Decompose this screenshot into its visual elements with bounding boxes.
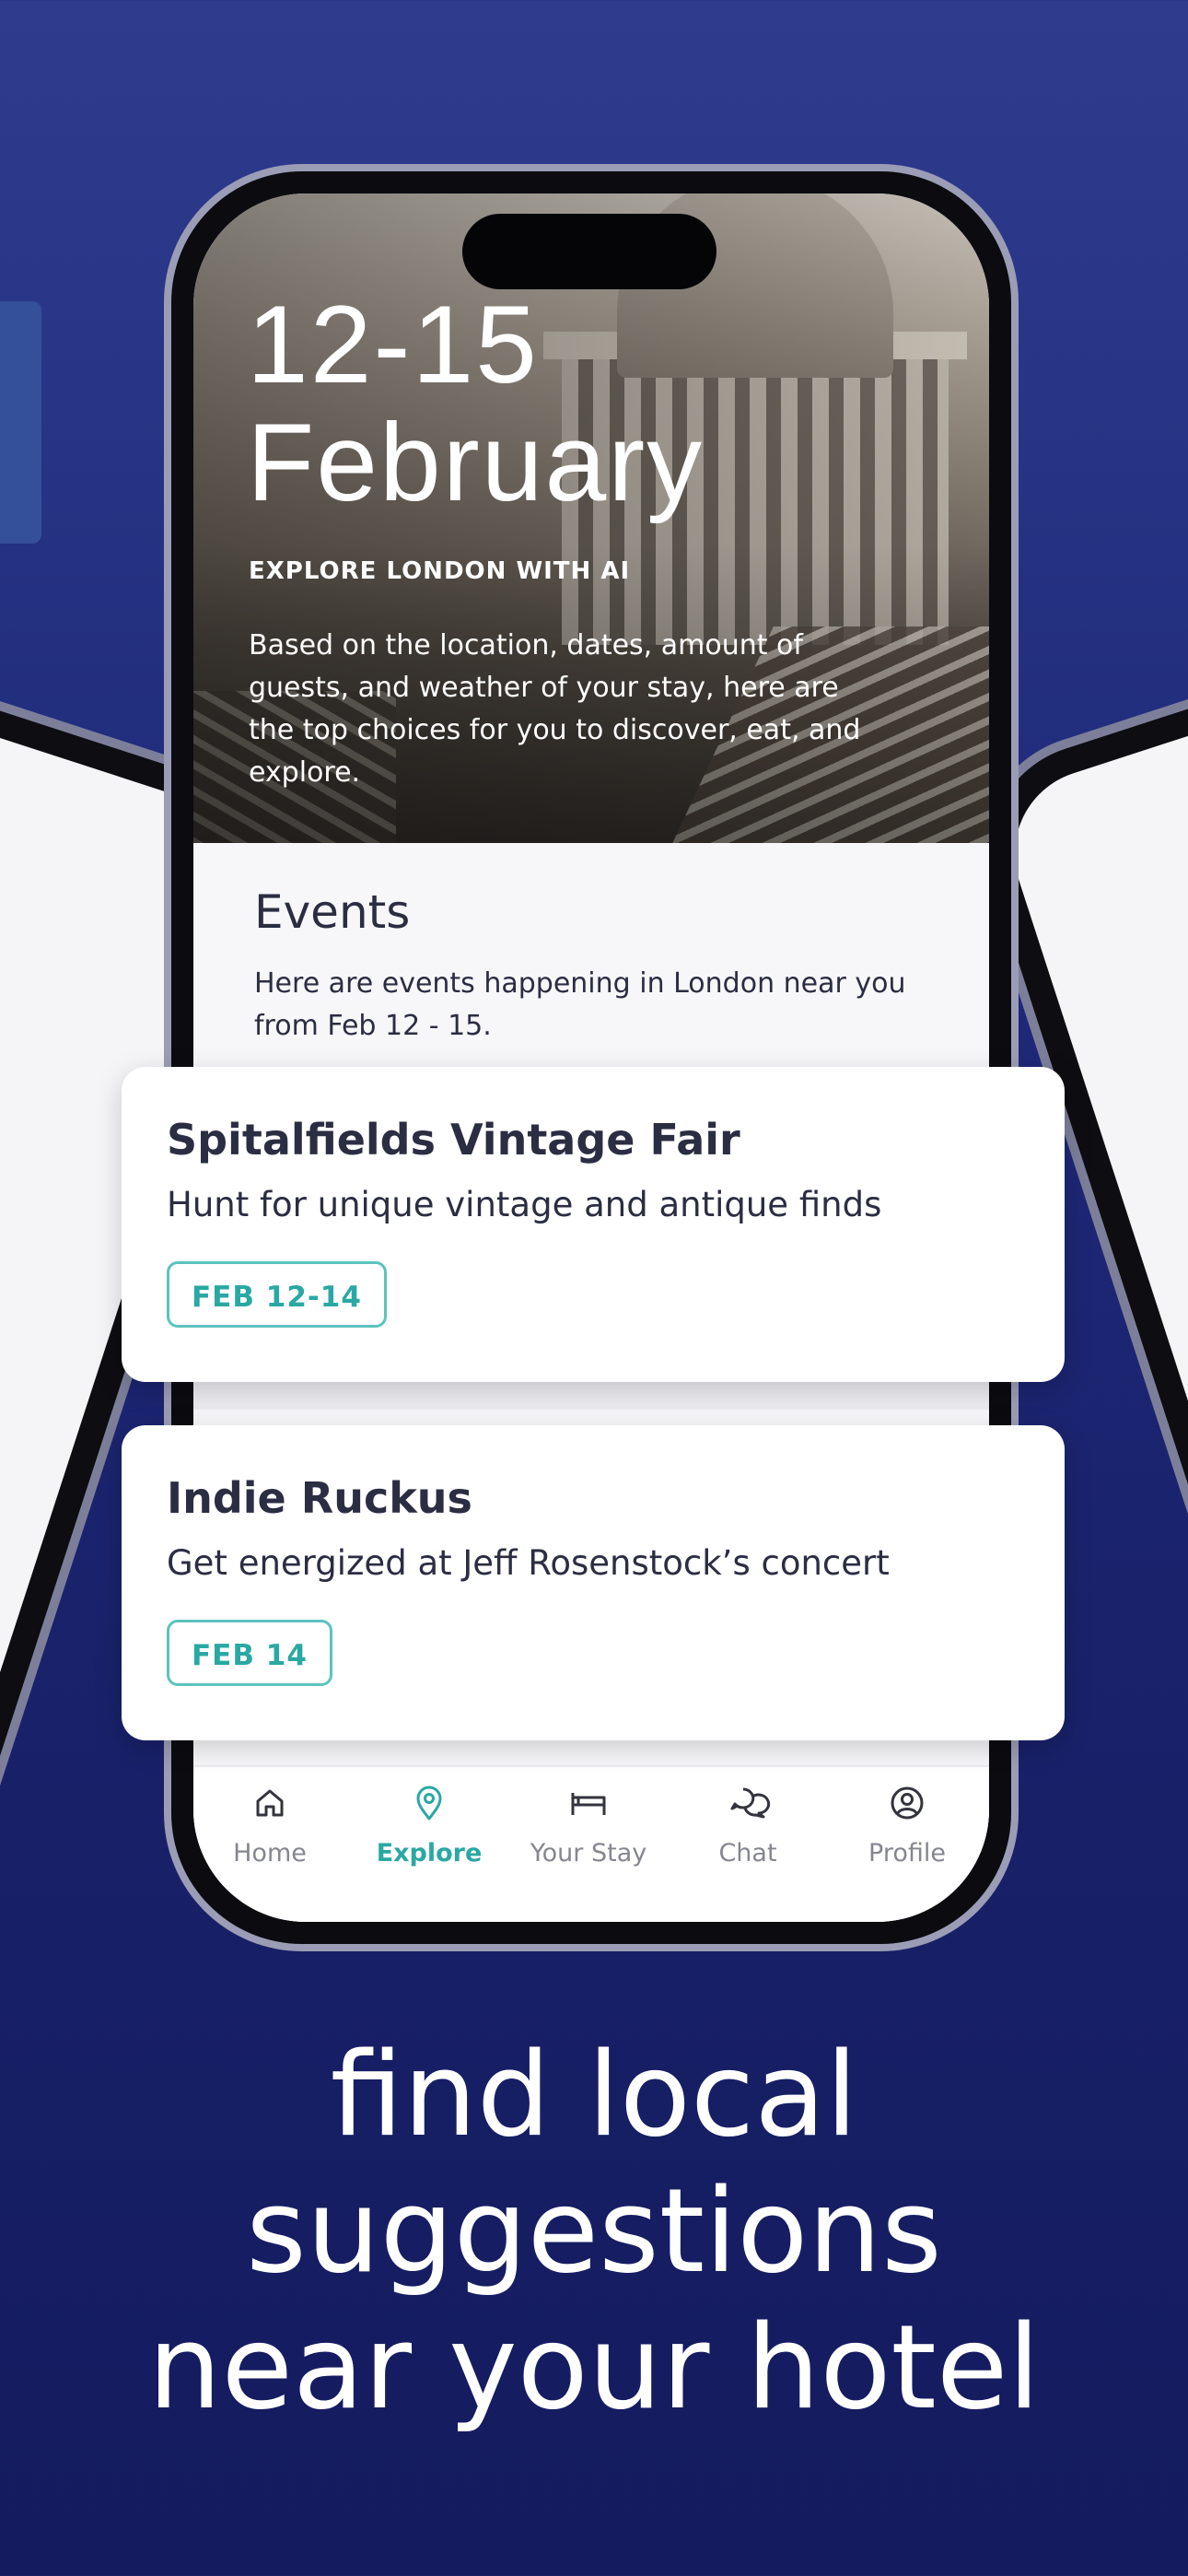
tab-your-stay-label: Your Stay <box>530 1839 647 1868</box>
hero-banner: 12-15 February EXPLORE LONDON WITH AI Ba… <box>193 193 989 843</box>
event-card-description: Get energized at Jeff Rosenstock’s conce… <box>167 1543 890 1583</box>
bed-icon <box>571 1793 606 1815</box>
tab-profile[interactable]: Profile <box>833 1780 981 1868</box>
event-date-badge: FEB 12-14 <box>167 1261 387 1328</box>
event-card[interactable]: Spitalfields Vintage Fair Hunt for uniqu… <box>122 1067 1065 1382</box>
tab-chat-label: Chat <box>718 1839 777 1868</box>
user-circle-icon <box>891 1786 924 1820</box>
event-date-badge: FEB 14 <box>167 1620 332 1686</box>
tab-bar: Home Explore Your Stay Chat Profile <box>193 1765 989 1922</box>
stay-dates-month: February <box>247 401 705 524</box>
event-card-title: Indie Ruckus <box>167 1473 472 1523</box>
hero-eyebrow: EXPLORE LONDON WITH AI <box>249 557 631 585</box>
hero-description: Based on the location, dates, amount of … <box>249 629 861 789</box>
map-pin-icon <box>416 1786 442 1821</box>
tab-your-stay[interactable]: Your Stay <box>515 1780 662 1868</box>
home-icon <box>256 1789 284 1817</box>
stay-dates-days: 12-15 <box>247 283 539 406</box>
event-card-description: Hunt for unique vintage and antique find… <box>167 1185 882 1224</box>
tagline-line-2: suggestions <box>246 2163 942 2299</box>
tab-explore[interactable]: Explore <box>355 1780 503 1868</box>
side-decoration-tab <box>0 301 41 544</box>
tab-home[interactable]: Home <box>196 1780 344 1868</box>
section-divider <box>193 1382 989 1410</box>
event-card-title: Spitalfields Vintage Fair <box>167 1115 740 1165</box>
tab-home-label: Home <box>233 1839 307 1868</box>
event-card[interactable]: Indie Ruckus Get energized at Jeff Rosen… <box>122 1425 1065 1740</box>
tab-profile-label: Profile <box>868 1839 946 1868</box>
marketing-tagline: find local suggestions near your hotel <box>0 2027 1188 2436</box>
events-subtitle: Here are events happening in London near… <box>254 967 906 1042</box>
tab-explore-label: Explore <box>376 1839 483 1868</box>
tagline-line-1: find local <box>330 2027 858 2162</box>
stay-dates: 12-15 February <box>247 286 704 521</box>
chat-bubbles-icon <box>730 1787 771 1819</box>
tab-chat[interactable]: Chat <box>674 1780 821 1868</box>
dynamic-island <box>462 214 716 289</box>
events-title: Events <box>254 885 411 939</box>
tagline-line-3: near your hotel <box>147 2300 1041 2435</box>
